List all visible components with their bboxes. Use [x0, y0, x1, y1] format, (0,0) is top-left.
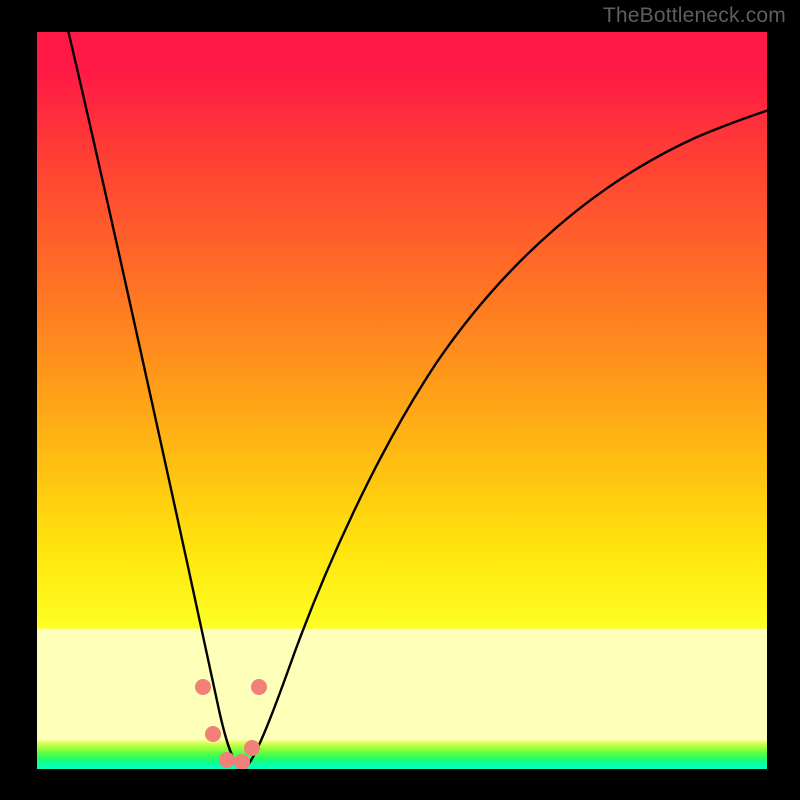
bottleneck-curve — [67, 32, 767, 767]
watermark-text: TheBottleneck.com — [603, 4, 786, 28]
plot-area — [37, 32, 767, 769]
marker-dot — [219, 752, 235, 768]
marker-dot — [234, 754, 250, 769]
marker-dot — [251, 679, 267, 695]
marker-dot — [244, 740, 260, 756]
marker-dot — [195, 679, 211, 695]
curve-layer — [37, 32, 767, 769]
marker-group — [195, 679, 267, 769]
chart-frame: TheBottleneck.com — [0, 0, 800, 800]
marker-dot — [205, 726, 221, 742]
